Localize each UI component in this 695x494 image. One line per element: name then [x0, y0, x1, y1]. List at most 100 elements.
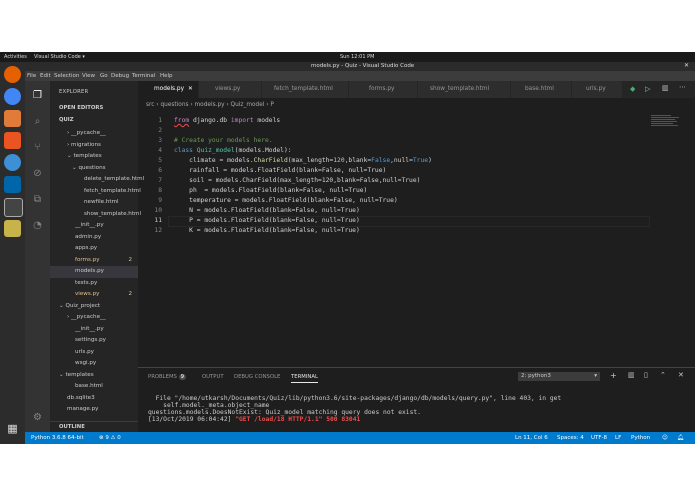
- menu-terminal[interactable]: Terminal: [132, 73, 155, 79]
- debug-icon[interactable]: ⊘: [31, 167, 44, 180]
- tree-row[interactable]: › __pycache__: [50, 312, 138, 324]
- tab-views-py[interactable]: views.py: [199, 81, 262, 98]
- show-apps-icon[interactable]: ▦: [4, 422, 21, 439]
- menu-edit[interactable]: Edit: [40, 73, 51, 79]
- files-icon[interactable]: [4, 110, 21, 127]
- quiz-folder-section[interactable]: QUIZ: [50, 115, 138, 125]
- tree-row[interactable]: fetch_template.html: [50, 186, 141, 198]
- tree-row[interactable]: › migrations: [50, 140, 138, 152]
- new-terminal-icon[interactable]: +: [610, 371, 617, 380]
- tree-row[interactable]: ⌄ questions: [50, 163, 138, 175]
- close-tab-icon[interactable]: ✕: [188, 86, 193, 92]
- tab-urls-py[interactable]: urls.py: [572, 81, 623, 98]
- line-number: 8: [158, 187, 162, 194]
- tree-row[interactable]: › __pycache__: [50, 128, 138, 140]
- split-editor-icon[interactable]: ▥: [662, 84, 669, 92]
- tree-row[interactable]: base.html: [50, 381, 138, 393]
- activities-button[interactable]: Activities: [4, 54, 27, 60]
- tree-row[interactable]: show_template.html: [50, 209, 141, 221]
- tab-terminal[interactable]: TERMINAL: [291, 374, 318, 383]
- problems-summary[interactable]: ⊗ 9 ⚠ 0: [99, 435, 121, 441]
- explorer-icon[interactable]: ❐: [31, 89, 44, 102]
- cursor-position[interactable]: Ln 11, Col 6: [515, 435, 548, 441]
- feedback-icon[interactable]: ☺: [662, 435, 668, 441]
- tree-row[interactable]: settings.py: [50, 335, 138, 347]
- line-ending[interactable]: LF: [615, 435, 621, 441]
- tree-row[interactable]: models.py: [50, 266, 138, 278]
- terminal-output[interactable]: File "/home/utkarsh/Documents/Quiz/lib/p…: [148, 395, 561, 423]
- menu-debug[interactable]: Debug: [111, 73, 129, 79]
- tab-debug-console[interactable]: DEBUG CONSOLE: [234, 374, 280, 380]
- outline-section[interactable]: OUTLINE: [50, 421, 138, 432]
- search-icon[interactable]: ⌕: [31, 115, 44, 128]
- close-panel-icon[interactable]: ✕: [678, 371, 684, 379]
- tree-row[interactable]: __init__.py: [50, 220, 138, 232]
- maximize-panel-icon[interactable]: ⌃: [660, 371, 666, 379]
- firefox-icon[interactable]: [4, 66, 21, 83]
- menu-selection[interactable]: Selection: [54, 73, 79, 79]
- clock[interactable]: Sun 12:01 PM: [340, 54, 374, 60]
- split-terminal-icon[interactable]: ▥: [628, 371, 635, 379]
- close-window-icon[interactable]: ✕: [684, 62, 689, 69]
- tab-base-html[interactable]: base.html: [511, 81, 572, 98]
- settings-gear-icon[interactable]: ⚙: [31, 411, 44, 424]
- terminal-icon[interactable]: [4, 198, 23, 217]
- menu-view[interactable]: View: [82, 73, 95, 79]
- menu-go[interactable]: Go: [100, 73, 108, 79]
- ubuntu-top-bar: Activities Visual Studio Code ▾ Sun 12:0…: [0, 52, 695, 62]
- python-interpreter[interactable]: Python 3.6.8 64-bit: [31, 435, 84, 441]
- problems-count-badge: 9: [178, 374, 186, 380]
- menu-file[interactable]: File: [27, 73, 36, 79]
- remote-icon[interactable]: ◔: [31, 219, 44, 232]
- chrome-icon[interactable]: [4, 88, 21, 105]
- editor-icon[interactable]: [4, 220, 21, 237]
- tree-row[interactable]: admin.py: [50, 232, 138, 244]
- tree-row[interactable]: delete_template.html: [50, 174, 144, 186]
- tree-row[interactable]: forms.py 2: [50, 255, 138, 267]
- code-editor[interactable]: 1 2 3 4 5 6 7 8 9 10 11 12 from django.d…: [138, 112, 695, 364]
- ubuntu-dock: ▦: [0, 62, 25, 444]
- code-line: class Quiz_model(models.Model):: [174, 147, 292, 154]
- line-number: 4: [158, 147, 162, 154]
- breadcrumb[interactable]: src › questions › models.py › Quiz_model…: [146, 102, 274, 108]
- problem-badge: 2: [128, 256, 132, 263]
- indentation[interactable]: Spaces: 4: [557, 435, 584, 441]
- editor-tabs: models.py ✕ views.py fetch_template.html …: [138, 81, 695, 98]
- extensions-icon[interactable]: ⧉: [31, 193, 44, 206]
- tree-row[interactable]: newfile.html: [50, 197, 138, 209]
- tab-problems[interactable]: PROBLEMS 9: [148, 374, 186, 380]
- terminal-selector[interactable]: 2: python3 ▾: [518, 372, 600, 381]
- tree-row[interactable]: tests.py: [50, 278, 138, 290]
- notifications-icon[interactable]: 🔔︎: [677, 435, 684, 441]
- code-line: temperature = models.FloatField(blank=Fa…: [174, 197, 398, 204]
- run-icon[interactable]: ▷: [645, 85, 650, 93]
- tree-row[interactable]: ⌄ templates: [50, 370, 138, 382]
- tab-models-py[interactable]: models.py ✕: [138, 81, 199, 98]
- tab-show-template[interactable]: show_template.html: [418, 81, 511, 98]
- tree-row[interactable]: views.py 2: [50, 289, 138, 301]
- tab-forms-py[interactable]: forms.py: [349, 81, 418, 98]
- app-menu[interactable]: Visual Studio Code ▾: [34, 54, 85, 60]
- encoding[interactable]: UTF-8: [591, 435, 607, 441]
- help-icon[interactable]: [4, 154, 21, 171]
- tree-row[interactable]: ⌄ templates: [50, 151, 138, 163]
- vscode-icon[interactable]: [4, 176, 21, 193]
- tree-row[interactable]: __init__.py: [50, 324, 138, 336]
- tab-fetch-template[interactable]: fetch_template.html: [262, 81, 349, 98]
- tree-row[interactable]: ⌄ Quiz_project: [50, 301, 138, 313]
- tree-row[interactable]: manage.py: [50, 404, 138, 416]
- menu-help[interactable]: Help: [160, 73, 173, 79]
- trash-icon[interactable]: ▯: [644, 371, 648, 379]
- open-editors-section[interactable]: OPEN EDITORS: [50, 103, 138, 113]
- tree-row[interactable]: wsgi.py: [50, 358, 138, 370]
- code-line: soil = models.CharField(max_length=120,b…: [174, 177, 421, 184]
- more-actions-icon[interactable]: ⋯: [679, 83, 686, 91]
- tree-row[interactable]: db.sqlite3: [50, 393, 138, 405]
- software-icon[interactable]: [4, 132, 21, 149]
- tree-row[interactable]: urls.py: [50, 347, 138, 359]
- tree-row[interactable]: apps.py: [50, 243, 138, 255]
- tab-output[interactable]: OUTPUT: [202, 374, 224, 380]
- language-mode[interactable]: Python: [631, 435, 650, 441]
- window-title-bar: models.py - Quiz - Visual Studio Code ✕: [25, 62, 695, 71]
- source-control-icon[interactable]: ⑂: [31, 141, 44, 154]
